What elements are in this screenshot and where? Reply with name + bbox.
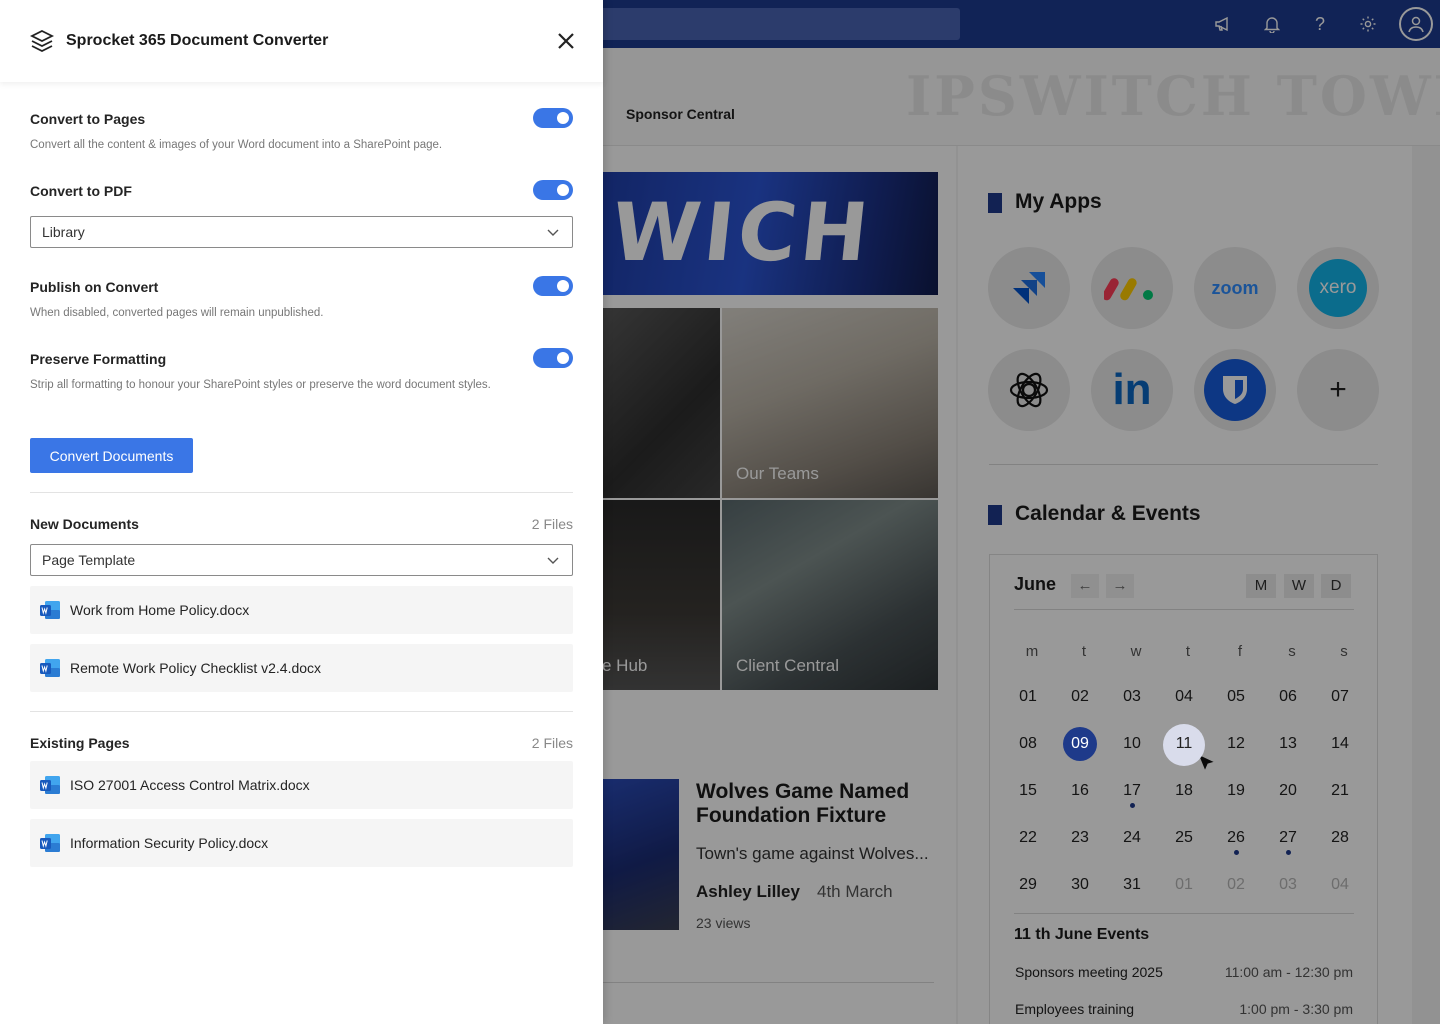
preserve-formatting-label: Preserve Formatting	[30, 351, 167, 367]
word-doc-icon	[40, 834, 60, 852]
convert-to-pdf-label: Convert to PDF	[30, 183, 132, 199]
chevron-down-icon	[547, 557, 559, 564]
publish-on-convert-description: When disabled, converted pages will rema…	[30, 307, 324, 319]
file-row[interactable]: Remote Work Policy Checklist v2.4.docx	[30, 644, 573, 692]
calendar-day[interactable]: 11	[1163, 724, 1205, 766]
sprocket-logo-icon	[29, 29, 55, 53]
word-doc-icon	[40, 776, 60, 794]
word-doc-icon	[40, 601, 60, 619]
dropdown-value: Library	[42, 224, 85, 240]
word-doc-icon	[40, 659, 60, 677]
file-row[interactable]: Information Security Policy.docx	[30, 819, 573, 867]
new-documents-count: 2 Files	[531, 516, 573, 532]
existing-pages-heading: Existing Pages	[30, 735, 130, 751]
file-row[interactable]: Work from Home Policy.docx	[30, 586, 573, 634]
file-name: ISO 27001 Access Control Matrix.docx	[70, 777, 310, 793]
panel-title: Sprocket 365 Document Converter	[66, 32, 329, 49]
pdf-destination-dropdown[interactable]: Library	[30, 216, 573, 248]
publish-on-convert-toggle[interactable]	[533, 276, 573, 296]
chevron-down-icon	[547, 229, 559, 236]
preserve-formatting-description: Strip all formatting to honour your Shar…	[30, 379, 491, 391]
publish-on-convert-label: Publish on Convert	[30, 279, 159, 295]
dropdown-value: Page Template	[42, 552, 136, 568]
file-name: Remote Work Policy Checklist v2.4.docx	[70, 660, 322, 676]
calendar-day[interactable]: 09	[1060, 727, 1100, 761]
file-name: Information Security Policy.docx	[70, 835, 269, 851]
section-divider	[30, 711, 573, 712]
convert-to-pages-description: Convert all the content & images of your…	[30, 139, 443, 151]
panel-header: Sprocket 365 Document Converter	[0, 0, 603, 82]
convert-documents-button[interactable]: Convert Documents	[30, 438, 193, 473]
new-documents-heading: New Documents	[30, 516, 139, 532]
file-name: Work from Home Policy.docx	[70, 602, 250, 618]
file-row[interactable]: ISO 27001 Access Control Matrix.docx	[30, 761, 573, 809]
convert-to-pdf-toggle[interactable]	[533, 180, 573, 200]
close-icon[interactable]	[555, 30, 577, 52]
convert-to-pages-label: Convert to Pages	[30, 111, 146, 127]
preserve-formatting-toggle[interactable]	[533, 348, 573, 368]
convert-to-pages-toggle[interactable]	[533, 108, 573, 128]
existing-pages-count: 2 Files	[531, 735, 573, 751]
section-divider	[30, 492, 573, 493]
page-template-dropdown[interactable]: Page Template	[30, 544, 573, 576]
converter-panel: Sprocket 365 Document Converter Convert …	[0, 0, 603, 1024]
